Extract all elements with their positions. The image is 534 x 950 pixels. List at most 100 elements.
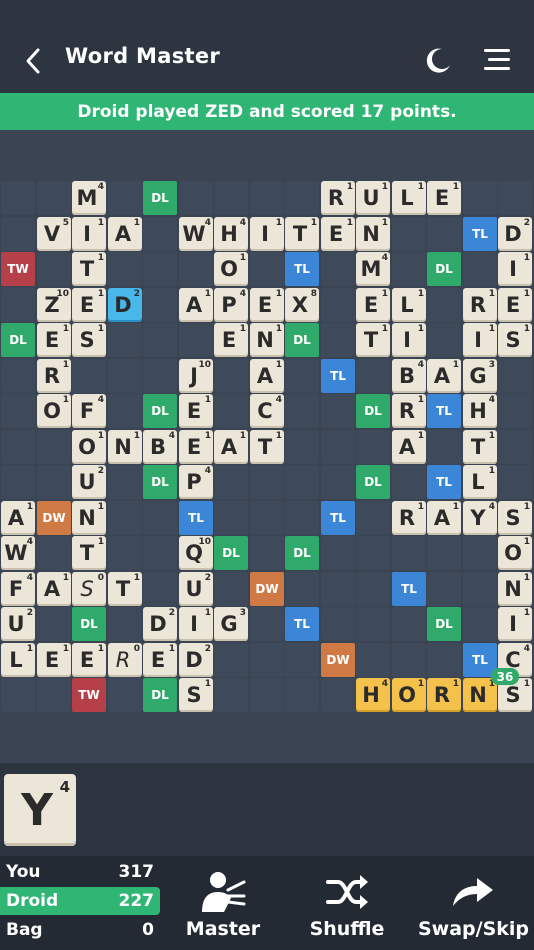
board-cell[interactable] (285, 643, 319, 677)
bonus-square-dw[interactable]: DW (37, 501, 71, 535)
board-cell[interactable] (463, 607, 497, 641)
bonus-square-tl[interactable]: TL (321, 501, 355, 535)
board-cell[interactable] (1, 394, 35, 428)
board-cell[interactable] (1, 359, 35, 393)
bonus-square-dw[interactable]: DW (321, 643, 355, 677)
board-cell[interactable] (250, 536, 284, 570)
back-arrow-icon[interactable] (18, 44, 48, 78)
board-cell[interactable] (250, 252, 284, 286)
board-cell[interactable] (321, 394, 355, 428)
board-cell[interactable] (37, 607, 71, 641)
bonus-square-dl[interactable]: DL (1, 323, 35, 357)
board-cell[interactable] (321, 323, 355, 357)
board-cell[interactable] (285, 430, 319, 464)
board-cell[interactable] (356, 501, 390, 535)
swap-skip-button[interactable]: Swap/Skip (418, 862, 529, 948)
bonus-square-tl[interactable]: TL (285, 252, 319, 286)
board-cell[interactable] (108, 678, 142, 712)
board-cell[interactable] (392, 536, 426, 570)
board-cell[interactable] (356, 359, 390, 393)
board-cell[interactable] (1, 181, 35, 215)
board-cell[interactable] (1, 465, 35, 499)
board-cell[interactable] (321, 536, 355, 570)
board-cell[interactable] (37, 430, 71, 464)
board-cell[interactable] (179, 323, 213, 357)
board-cell[interactable] (1, 288, 35, 322)
board-cell[interactable] (392, 607, 426, 641)
board-cell[interactable] (143, 252, 177, 286)
board-cell[interactable] (356, 430, 390, 464)
board-cell[interactable] (463, 181, 497, 215)
board-cell[interactable] (143, 288, 177, 322)
bonus-square-dl[interactable]: DL (285, 323, 319, 357)
board-cell[interactable] (250, 678, 284, 712)
board-cell[interactable] (37, 465, 71, 499)
board-cell[interactable] (392, 252, 426, 286)
board-cell[interactable] (214, 465, 248, 499)
board-cell[interactable] (321, 572, 355, 606)
board-cell[interactable] (250, 607, 284, 641)
board-cell[interactable] (143, 501, 177, 535)
board-cell[interactable] (214, 181, 248, 215)
moon-icon[interactable] (424, 45, 452, 75)
bonus-square-dl[interactable]: DL (143, 678, 177, 712)
board-cell[interactable] (179, 252, 213, 286)
shuffle-button[interactable]: Shuffle (300, 862, 394, 948)
board-cell[interactable] (427, 323, 461, 357)
board-cell[interactable] (392, 643, 426, 677)
board-cell[interactable] (143, 572, 177, 606)
bonus-square-dl[interactable]: DL (285, 536, 319, 570)
board-cell[interactable] (108, 323, 142, 357)
board-cell[interactable] (285, 678, 319, 712)
board-cell[interactable] (427, 217, 461, 251)
board-cell[interactable] (143, 359, 177, 393)
board-cell[interactable] (179, 181, 213, 215)
board-cell[interactable] (108, 465, 142, 499)
board-cell[interactable] (143, 536, 177, 570)
board-cell[interactable] (321, 607, 355, 641)
board-cell[interactable] (356, 536, 390, 570)
board-cell[interactable] (143, 323, 177, 357)
bonus-square-tl[interactable]: TL (392, 572, 426, 606)
board-cell[interactable] (250, 465, 284, 499)
bonus-square-dw[interactable]: DW (250, 572, 284, 606)
board-cell[interactable] (214, 394, 248, 428)
board-cell[interactable] (108, 359, 142, 393)
board-cell[interactable] (321, 288, 355, 322)
board-cell[interactable] (356, 643, 390, 677)
board-cell[interactable] (250, 643, 284, 677)
board-cell[interactable] (498, 394, 532, 428)
board-cell[interactable] (427, 572, 461, 606)
board-cell[interactable] (108, 501, 142, 535)
bonus-square-tw[interactable]: TW (72, 678, 106, 712)
board-cell[interactable] (108, 252, 142, 286)
hamburger-menu-icon[interactable] (482, 47, 512, 73)
board-cell[interactable] (1, 430, 35, 464)
bonus-square-dl[interactable]: DL (143, 465, 177, 499)
board-cell[interactable] (498, 181, 532, 215)
board-cell[interactable] (1, 217, 35, 251)
board-cell[interactable] (321, 678, 355, 712)
board-cell[interactable] (108, 394, 142, 428)
board-cell[interactable] (463, 572, 497, 606)
board-cell[interactable] (463, 536, 497, 570)
board-cell[interactable] (143, 217, 177, 251)
board-cell[interactable] (463, 252, 497, 286)
bonus-square-tl[interactable]: TL (427, 394, 461, 428)
board-cell[interactable] (214, 572, 248, 606)
bonus-square-dl[interactable]: DL (427, 252, 461, 286)
board-cell[interactable] (108, 536, 142, 570)
board-cell[interactable] (285, 359, 319, 393)
bonus-square-tl[interactable]: TL (463, 217, 497, 251)
board-cell[interactable] (285, 181, 319, 215)
board-cell[interactable] (427, 536, 461, 570)
board-cell[interactable] (108, 607, 142, 641)
bonus-square-dl[interactable]: DL (143, 394, 177, 428)
board-cell[interactable] (356, 607, 390, 641)
board-cell[interactable] (214, 678, 248, 712)
board-cell[interactable] (427, 288, 461, 322)
bonus-square-dl[interactable]: DL (143, 181, 177, 215)
board-cell[interactable] (498, 430, 532, 464)
board-cell[interactable] (498, 465, 532, 499)
bonus-square-tl[interactable]: TL (285, 607, 319, 641)
